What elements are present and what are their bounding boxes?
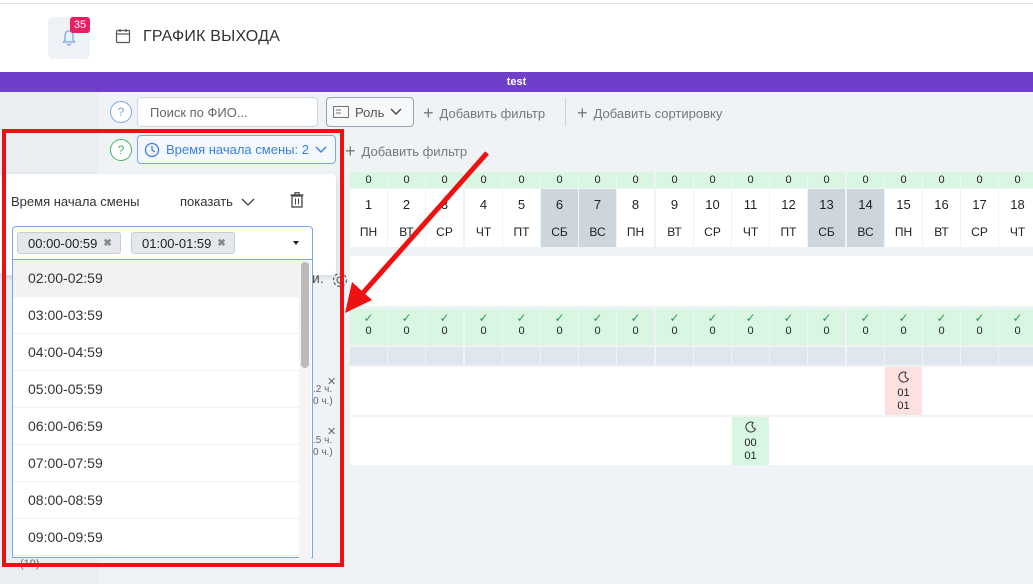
annotation-arrow bbox=[345, 151, 489, 313]
